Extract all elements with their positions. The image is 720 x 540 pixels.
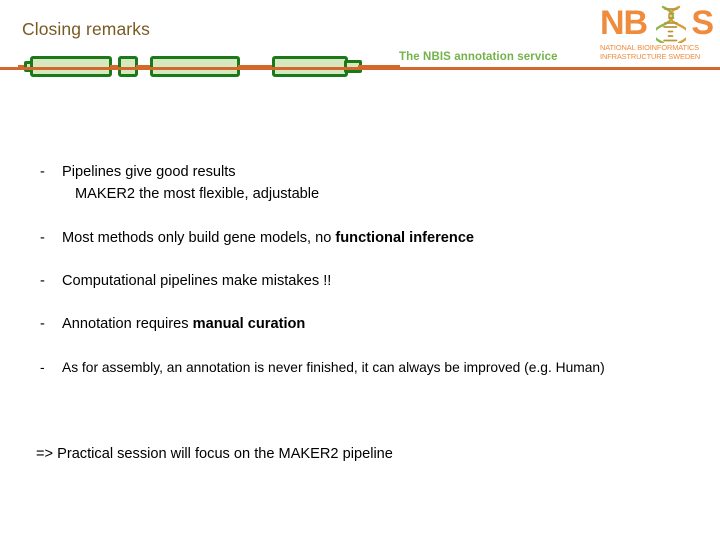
bullet-dash: -: [40, 316, 45, 332]
bullet-text: Computational pipelines make mistakes !!: [62, 273, 332, 289]
bullet-item-3: - Computational pipelines make mistakes …: [40, 270, 331, 292]
bullet-text: Annotation requires manual curation: [62, 313, 305, 335]
slide-body: - Pipelines give good results MAKER2 the…: [0, 0, 720, 540]
bullet-text-emphasis: functional inference: [335, 230, 475, 246]
bullet-dash: -: [40, 164, 45, 180]
bullet-item-2: - Most methods only build gene models, n…: [40, 227, 474, 249]
bullet-item-4: - Annotation requires manual curation: [40, 313, 305, 335]
bullet-item-1: - Pipelines give good results: [40, 161, 236, 183]
bullet-text: Most methods only build gene models, no …: [62, 227, 474, 249]
bullet-text: Pipelines give good results: [62, 164, 236, 180]
bullet-item-5: - As for assembly, an annotation is neve…: [40, 357, 605, 378]
bullet-text-plain: Most methods only build gene models, no: [62, 230, 336, 246]
bullet-dash: -: [40, 230, 45, 246]
bullet-text: As for assembly, an annotation is never …: [62, 360, 605, 375]
bullet-dash: -: [40, 360, 45, 375]
bullet-dash: -: [40, 273, 45, 289]
bullet-text-emphasis: manual curation: [192, 316, 306, 332]
bullet-subline-1: MAKER2 the most flexible, adjustable: [75, 186, 320, 202]
bullet-text-plain: Annotation requires: [62, 316, 193, 332]
closing-statement: => Practical session will focus on the M…: [36, 446, 393, 462]
